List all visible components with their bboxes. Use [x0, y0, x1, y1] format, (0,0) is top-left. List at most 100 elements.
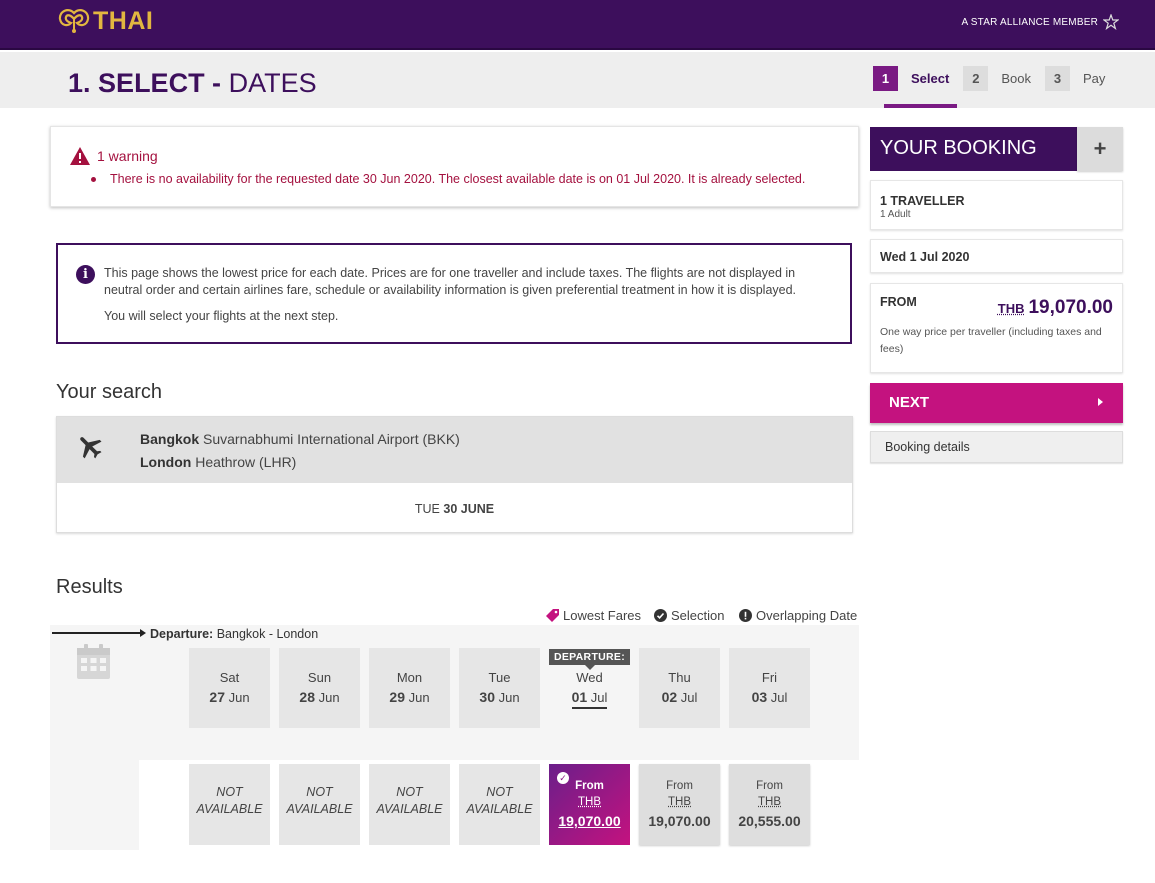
- logo-text: THAI: [93, 7, 154, 35]
- active-step-indicator: [884, 104, 957, 108]
- next-button-label: NEXT: [889, 394, 930, 411]
- departure-route-label: Departure: Bangkok - London: [150, 627, 318, 641]
- search-route: Bangkok Suvarnabhumi International Airpo…: [57, 417, 852, 483]
- thai-logo[interactable]: THAI: [57, 7, 153, 36]
- price-cell-selected[interactable]: ✓ From THB 19,070.00: [549, 764, 630, 845]
- na-line2: AVAILABLE: [196, 802, 263, 816]
- price-cell-not-available: NOT AVAILABLE: [459, 764, 540, 845]
- info-panel: i This page shows the lowest price for e…: [56, 243, 852, 344]
- alliance-text: A STAR ALLIANCE MEMBER: [961, 16, 1098, 28]
- step-label: Book: [1001, 70, 1031, 86]
- date-cell-sun[interactable]: Sun 28 Jun: [279, 648, 360, 728]
- date-cell-tue[interactable]: Tue 30 Jun: [459, 648, 540, 728]
- price-from-label: From: [756, 780, 783, 792]
- date-cell-thu[interactable]: Thu 02 Jul: [639, 648, 720, 728]
- date-month: Jun: [228, 690, 250, 705]
- date-cell-sat[interactable]: Sat 27 Jun: [189, 648, 270, 728]
- price-currency: THB: [758, 796, 781, 808]
- origin-city: Bangkok: [140, 431, 200, 447]
- date-dow: Wed: [576, 670, 603, 685]
- legend-overlapping-label: Overlapping Date: [756, 608, 858, 623]
- info-icon: i: [76, 265, 95, 284]
- price-cell-not-available: NOT AVAILABLE: [279, 764, 360, 845]
- date-daymonth: 27 Jun: [189, 689, 270, 705]
- date-day: 28: [299, 689, 315, 705]
- price-currency: THB: [668, 796, 691, 808]
- na-line2: AVAILABLE: [286, 802, 353, 816]
- na-line1: NOT: [216, 785, 243, 799]
- expand-booking-button[interactable]: +: [1077, 127, 1123, 171]
- legend-selection: Selection: [654, 608, 724, 623]
- departure-route: Bangkok - London: [216, 627, 319, 641]
- search-date: TUE 30 JUNE: [57, 502, 852, 516]
- price-amount: 19,070.00: [648, 813, 711, 829]
- step-bar: 1. SELECT - DATES 1 Select 2 Book 3 Pay: [0, 52, 1155, 108]
- date-month: Jul: [680, 690, 698, 705]
- price-cell-not-available: NOT AVAILABLE: [189, 764, 270, 845]
- date-cell-fri[interactable]: Fri 03 Jul: [729, 648, 810, 728]
- page-title: 1. SELECT - DATES: [68, 68, 317, 99]
- origin-airport: Suvarnabhumi International Airport (BKK): [203, 431, 460, 447]
- date-month: Jul: [590, 690, 608, 705]
- steps-nav: 1 Select 2 Book 3 Pay: [873, 65, 1119, 91]
- info-next-step-text: You will select your flights at the next…: [104, 309, 339, 323]
- traveller-count: 1 TRAVELLER: [880, 194, 965, 208]
- step-select[interactable]: 1 Select: [873, 65, 949, 91]
- step-number: 3: [1044, 65, 1070, 91]
- warning-panel: 1 warning There is no availability for t…: [50, 126, 859, 207]
- legend-selection-label: Selection: [671, 608, 725, 623]
- calendar-icon: [77, 644, 110, 679]
- departure-label: Departure:: [150, 627, 214, 641]
- price-tag-icon: [546, 609, 559, 622]
- date-daymonth: 30 Jun: [459, 689, 540, 705]
- na-line1: NOT: [306, 785, 333, 799]
- date-month: Jun: [318, 690, 340, 705]
- date-day: 30: [479, 689, 495, 705]
- destination-airport: Heathrow (LHR): [195, 454, 297, 470]
- search-summary: Bangkok Suvarnabhumi International Airpo…: [56, 416, 853, 533]
- step-number: 2: [963, 65, 989, 91]
- warning-triangle-icon: [70, 147, 90, 165]
- destination-city: London: [140, 454, 192, 470]
- date-daymonth: 03 Jul: [729, 689, 810, 705]
- booking-details-button[interactable]: Booking details: [870, 431, 1123, 463]
- booking-price-note: One way price per traveller (including t…: [880, 326, 1102, 355]
- date-daymonth: 29 Jun: [369, 689, 450, 705]
- direction-arrow-line: [52, 632, 142, 634]
- legend-overlapping: Overlapping Date: [739, 608, 857, 623]
- info-text: This page shows the lowest price for eac…: [104, 266, 797, 297]
- price-cell-available[interactable]: From THB 19,070.00: [639, 764, 720, 845]
- step-book[interactable]: 2 Book: [963, 65, 1031, 91]
- thai-orchid-icon: [58, 8, 90, 33]
- search-date-dow: TUE: [414, 502, 440, 516]
- date-daymonth: 01 Jul: [549, 689, 630, 709]
- page-title-strong: SELECT -: [98, 68, 222, 98]
- booking-price-value: 19,070.00: [1028, 297, 1113, 318]
- page-title-light: DATES: [228, 68, 317, 98]
- your-booking-heading: YOUR BOOKING: [870, 127, 1077, 171]
- date-dow: Sat: [219, 670, 240, 685]
- date-day: 03: [751, 689, 768, 705]
- exclamation-circle-icon: [739, 609, 752, 622]
- warning-text: There is no availability for the request…: [110, 172, 806, 186]
- booking-currency: THB: [997, 301, 1025, 316]
- origin-line: Bangkok Suvarnabhumi International Airpo…: [140, 431, 460, 447]
- date-cell-mon[interactable]: Mon 29 Jun: [369, 648, 450, 728]
- booking-date-text: Wed 1 Jul 2020: [880, 250, 970, 264]
- results-heading: Results: [56, 576, 123, 598]
- price-cell-available[interactable]: From THB 20,555.00: [729, 764, 810, 845]
- date-dow: Fri: [761, 670, 778, 685]
- traveller-detail: 1 Adult: [880, 209, 911, 220]
- date-dow: Tue: [488, 670, 511, 685]
- next-button[interactable]: NEXT: [870, 383, 1123, 423]
- price-amount: 19,070.00: [558, 813, 621, 829]
- price-currency: THB: [578, 796, 601, 808]
- date-month: Jun: [498, 690, 520, 705]
- destination-line: London Heathrow (LHR): [140, 454, 296, 470]
- na-line1: NOT: [396, 785, 423, 799]
- price-amount: 20,555.00: [738, 813, 801, 829]
- warning-message: There is no availability for the request…: [91, 172, 805, 186]
- warning-title: 1 warning: [97, 148, 158, 164]
- step-pay[interactable]: 3 Pay: [1044, 65, 1105, 91]
- date-dow: Mon: [396, 670, 423, 685]
